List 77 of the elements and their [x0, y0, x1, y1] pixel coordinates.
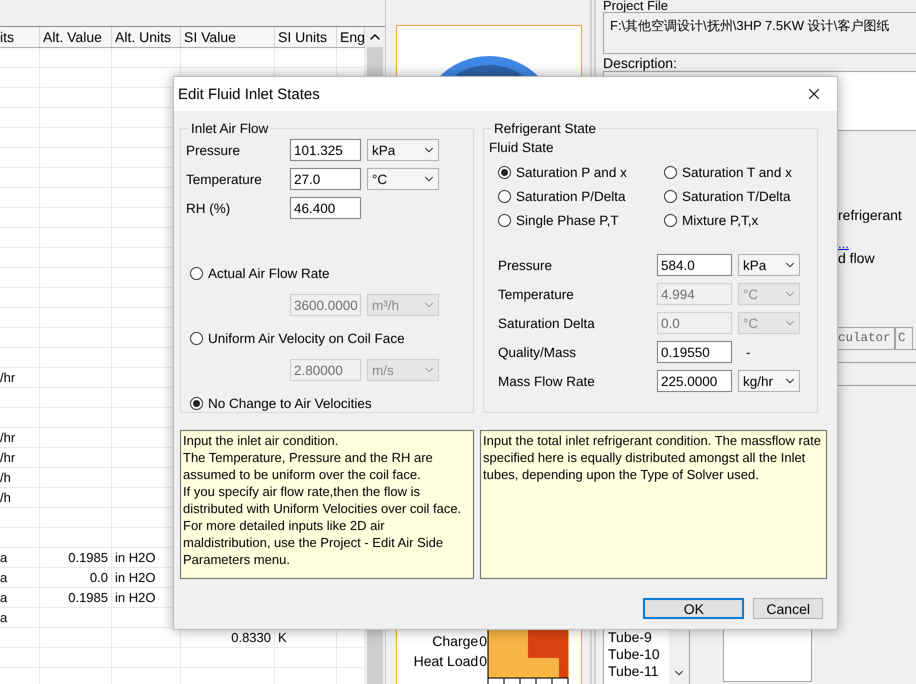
- radio-button[interactable]: [190, 396, 203, 410]
- unit-dropdown[interactable]: kPa: [738, 254, 800, 276]
- column-header[interactable]: Alt. Value: [40, 27, 112, 47]
- unit-label: -: [746, 344, 750, 360]
- text-field[interactable]: 101.325: [290, 139, 361, 161]
- table-cell: /hr: [0, 448, 40, 467]
- table-cell: 0.1985: [40, 548, 112, 567]
- table-cell: /h: [0, 488, 40, 507]
- text-field[interactable]: 27.0: [290, 168, 361, 190]
- bar-value: 0: [479, 633, 487, 649]
- cancel-button[interactable]: Cancel: [753, 598, 823, 619]
- table-cell: a: [0, 588, 40, 607]
- radio-label: Actual Air Flow Rate: [208, 266, 330, 280]
- unit-dropdown[interactable]: °C: [367, 168, 439, 190]
- help-text: Input the inlet air condition. The Temperature, Pressure and the RH are assumed to be uniform over the coil face. If you specify air flow rate,then the flow is distributed with Uniform Velocities over coil face. For more detailed inputs like 2D air maldistribution, use the Project - Edit Air Side Parameters menu.: [180, 430, 474, 579]
- note-text: d flow: [838, 250, 876, 266]
- radio-button[interactable]: [190, 266, 203, 280]
- table-cell: a: [0, 548, 40, 567]
- radio-label: Saturation T/Delta: [682, 188, 791, 204]
- table-cell: /hr: [0, 428, 40, 447]
- field-label: RH (%): [186, 200, 232, 216]
- radio-button[interactable]: [664, 190, 677, 202]
- radio-button[interactable]: [664, 214, 677, 226]
- radio-button[interactable]: [498, 166, 511, 178]
- group-title: Refrigerant State: [493, 121, 598, 136]
- field-label: Pressure: [186, 142, 242, 158]
- note-text: refrigerant: [838, 207, 903, 223]
- bar-label: Heat Load: [414, 653, 478, 669]
- field-label: Mass Flow Rate: [498, 374, 596, 388]
- list-item[interactable]: Tube-9: [608, 629, 669, 646]
- text-field[interactable]: 584.0: [657, 254, 732, 276]
- table-cell: 0.0: [40, 568, 112, 587]
- radio-label: Saturation T and x: [682, 164, 792, 180]
- column-header[interactable]: SI Value: [181, 27, 275, 47]
- radio-button[interactable]: [190, 332, 203, 344]
- column-header[interactable]: Alt. Units: [112, 27, 181, 47]
- field-label: Quality/Mass: [498, 344, 578, 360]
- radio-button[interactable]: [498, 214, 511, 226]
- table-cell: /h: [0, 468, 40, 487]
- table-cell: a: [0, 568, 40, 587]
- radio-label: Saturation P/Delta: [516, 188, 626, 204]
- radio-label: Saturation P and x: [516, 164, 627, 180]
- radio-button[interactable]: [664, 166, 677, 178]
- dialog-title: Edit Fluid Inlet States: [178, 86, 320, 102]
- unit-dropdown[interactable]: kg/hr: [738, 370, 800, 392]
- ok-button[interactable]: OK: [643, 598, 744, 619]
- table-cell: /hr: [0, 368, 40, 387]
- radio-label: Mixture P,T,x: [682, 212, 758, 228]
- bar-label: Charge: [432, 633, 478, 649]
- text-field[interactable]: 46.400: [290, 197, 361, 219]
- list-item[interactable]: Tube-10: [608, 646, 669, 663]
- table-cell: 0.1985: [40, 588, 112, 607]
- tab[interactable]: culator: [835, 327, 895, 349]
- section-label: Fluid State: [489, 140, 555, 155]
- bar-value: 0: [479, 653, 487, 669]
- column-header[interactable]: its: [0, 27, 40, 47]
- link[interactable]: ...: [838, 237, 849, 250]
- field-label: Temperature: [186, 172, 263, 186]
- column-header[interactable]: SI Units: [275, 27, 337, 47]
- group-title: Inlet Air Flow: [190, 121, 270, 136]
- unit-dropdown[interactable]: kPa: [367, 139, 439, 161]
- tab[interactable]: C: [895, 327, 913, 349]
- list-item[interactable]: Tube-11: [608, 663, 669, 680]
- field-label: Project File: [603, 0, 670, 12]
- path-field[interactable]: F:\其他空调设计\抚州\3HP 7.5KW 设计\客户图纸: [603, 12, 916, 54]
- radio-button[interactable]: [498, 190, 511, 202]
- help-text: Input the total inlet refrigerant condition. The massflow rate specified here is equally distributed amongst all the Inlet tubes, depending upon the Type of Solver used.: [480, 430, 827, 579]
- field-label: Temperature: [498, 286, 575, 302]
- radio-label: No Change to Air Velocities: [208, 396, 372, 410]
- field-label: Pressure: [498, 258, 554, 272]
- table-cell: a: [0, 608, 40, 627]
- radio-label: Single Phase P,T: [516, 212, 619, 228]
- radio-label: Uniform Air Velocity on Coil Face: [208, 330, 405, 346]
- text-field[interactable]: 0.19550: [657, 341, 732, 363]
- field-label: Description:: [603, 56, 678, 71]
- field-label: Saturation Delta: [498, 316, 596, 330]
- text-field[interactable]: 225.0000: [657, 370, 732, 392]
